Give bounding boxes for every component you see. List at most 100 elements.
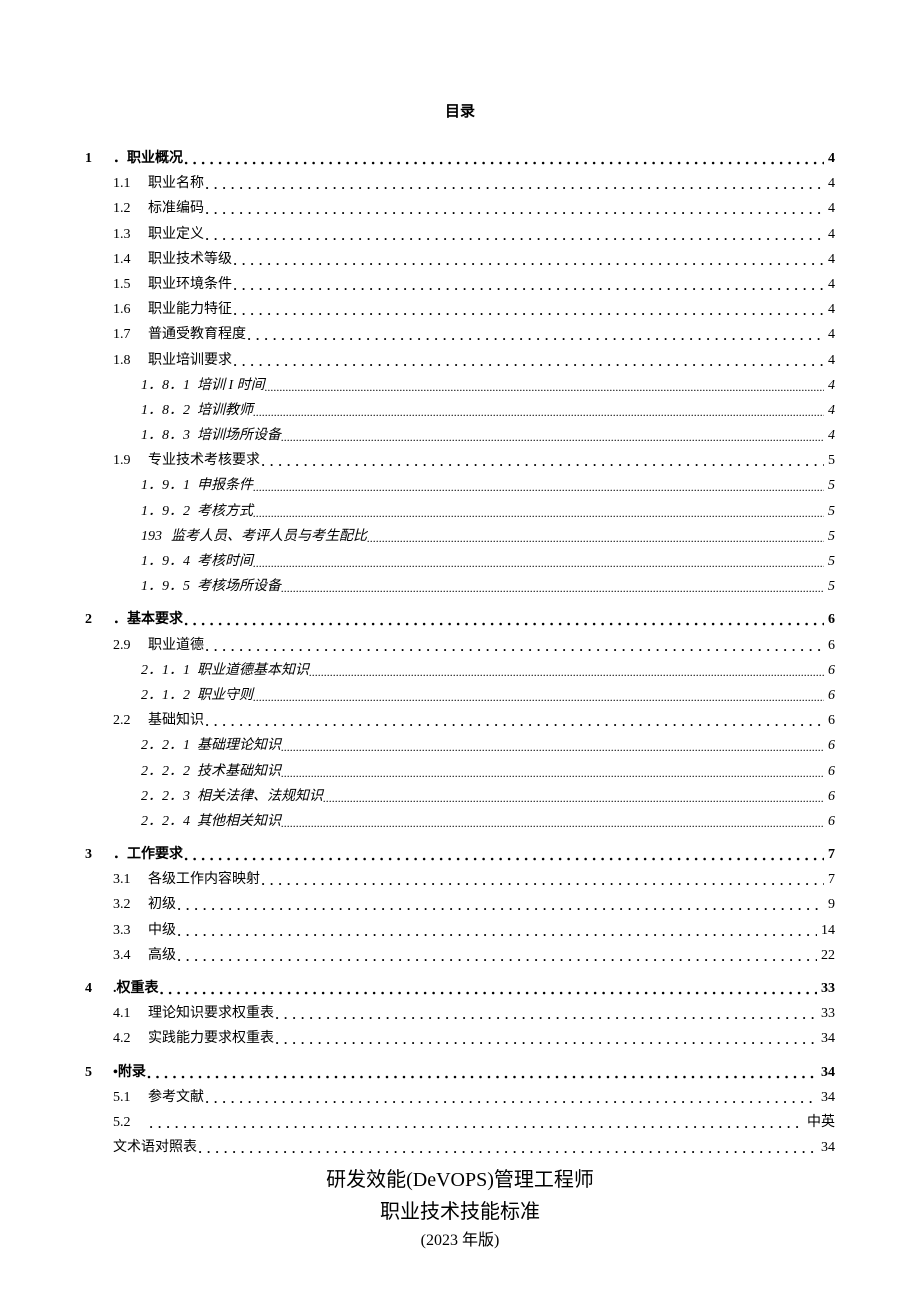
toc-num: 2	[85, 607, 113, 632]
toc-label: .权重表	[113, 976, 159, 1001]
doc-version-year: (2023 年版)	[85, 1228, 835, 1254]
toc-entry: 1．8．3 培训场所设备 ...........................…	[85, 423, 835, 448]
toc-num: 1．9．5	[141, 574, 197, 599]
toc-entry: 1．9．2 考核方式 .............................…	[85, 499, 835, 524]
toc-entry: 3 ．工作要求 ．．．．．．．．．．．．．．．．．．．．．．．．．．．．．．．．…	[85, 842, 835, 867]
toc-label: 中级	[148, 918, 176, 943]
toc-page: 4	[824, 348, 835, 373]
toc-num: 1.2	[113, 196, 148, 221]
toc-leader: ．．．．．．．．．．．．．．．．．．．．．．．．．．．．．．．．．．．．．．．．…	[183, 148, 824, 171]
toc-leader: ........................................…	[281, 813, 824, 835]
toc-page: 4	[824, 373, 835, 398]
toc-entry: 1．8．2 培训教师 .............................…	[85, 398, 835, 423]
toc-label: •附录	[113, 1060, 146, 1085]
toc-leader: ．．．．．．．．．．．．．．．．．．．．．．．．．．．．．．．．．．．．．．．．…	[183, 844, 824, 867]
toc-leader: ．．．．．．．．．．．．．．．．．．．．．．．．．．．．．．．．．．．．．．．．…	[204, 198, 824, 221]
toc-entry: 1.6 职业能力特征 ．．．．．．．．．．．．．．．．．．．．．．．．．．．．．…	[85, 297, 835, 322]
toc-label: 职业守则	[197, 683, 253, 708]
toc-label: 理论知识要求权重表	[148, 1001, 274, 1026]
toc-label: 各级工作内容映射	[148, 867, 260, 892]
toc-num: 1.4	[113, 247, 148, 272]
toc-page: 4	[824, 272, 835, 297]
toc-leader: ．．．．．．．．．．．．．．．．．．．．．．．．．．．．．．．．．．．．．．．．…	[260, 869, 824, 892]
toc-leader: ．．．．．．．．．．．．．．．．．．．．．．．．．．．．．．．．．．．．．．．．…	[204, 710, 824, 733]
toc-entry: 2.2 基础知识 ．．．．．．．．．．．．．．．．．．．．．．．．．．．．．．．…	[85, 708, 835, 733]
toc-entry: 193 监考人员、考评人员与考生配比 .....................…	[85, 524, 835, 549]
toc-leader: ．．．．．．．．．．．．．．．．．．．．．．．．．．．．．．．．．．．．．．．．…	[274, 1028, 817, 1051]
toc-leader: ．．．．．．．．．．．．．．．．．．．．．．．．．．．．．．．．．．．．．．．．…	[146, 1062, 817, 1085]
toc-leader: ........................................…	[367, 528, 824, 550]
toc-num: 3.2	[113, 892, 148, 917]
toc-entry: 1.5 职业环境条件 ．．．．．．．．．．．．．．．．．．．．．．．．．．．．．…	[85, 272, 835, 297]
toc-label: 普通受教育程度	[148, 322, 246, 347]
toc-label: 文术语对照表	[113, 1135, 197, 1160]
toc-page: 6	[824, 759, 835, 784]
toc-leader: ．．．．．．．．．．．．．．．．．．．．．．．．．．．．．．．．．．．．．．．．…	[176, 920, 817, 943]
toc-label: 考核时间	[197, 549, 253, 574]
toc-label: 职业环境条件	[148, 272, 232, 297]
toc-page: 7	[824, 867, 835, 892]
toc-page: 中英	[803, 1110, 835, 1135]
toc-leader: ．．．．．．．．．．．．．．．．．．．．．．．．．．．．．．．．．．．．．．．．…	[176, 945, 817, 968]
toc-label: 其他相关知识	[197, 809, 281, 834]
toc-entry: 4 .权重表 ．．．．．．．．．．．．．．．．．．．．．．．．．．．．．．．．．…	[85, 976, 835, 1001]
toc-leader: ........................................…	[281, 427, 824, 449]
toc-leader: ．．．．．．．．．．．．．．．．．．．．．．．．．．．．．．．．．．．．．．．．…	[197, 1137, 817, 1160]
toc-page: 7	[824, 842, 835, 867]
toc-entry: 1.4 职业技术等级 ．．．．．．．．．．．．．．．．．．．．．．．．．．．．．…	[85, 247, 835, 272]
toc-page: 4	[824, 322, 835, 347]
toc-entry: 1 ．职业概况 ．．．．．．．．．．．．．．．．．．．．．．．．．．．．．．．．…	[85, 146, 835, 171]
toc-page: 6	[824, 809, 835, 834]
toc-label: 职业定义	[148, 222, 204, 247]
toc-label: 监考人员、考评人员与考生配比	[171, 524, 367, 549]
toc-leader: ........................................…	[253, 503, 824, 525]
toc-entry: 1.1 职业名称 ．．．．．．．．．．．．．．．．．．．．．．．．．．．．．．．…	[85, 171, 835, 196]
toc-num: 193	[141, 524, 171, 549]
toc-page: 6	[824, 683, 835, 708]
toc-label: 职业名称	[148, 171, 204, 196]
toc-entry: 1．9．4 考核时间 .............................…	[85, 549, 835, 574]
toc-num: 4	[85, 976, 113, 1001]
toc-label: 实践能力要求权重表	[148, 1026, 274, 1051]
toc-leader: ．．．．．．．．．．．．．．．．．．．．．．．．．．．．．．．．．．．．．．．．…	[232, 249, 824, 272]
doc-subtitle: 职业技术技能标准	[85, 1196, 835, 1228]
toc-label: 申报条件	[197, 473, 253, 498]
toc-num: 4.2	[113, 1026, 148, 1051]
toc-label: 考核方式	[197, 499, 253, 524]
toc-num: 2．2．1	[141, 733, 197, 758]
toc-page: 33	[817, 1001, 835, 1026]
toc-page: 34	[817, 1060, 835, 1085]
toc-num: 2．2．3	[141, 784, 197, 809]
toc-num: 5.1	[113, 1085, 148, 1110]
toc-label: 基础知识	[148, 708, 204, 733]
toc-num: 2．1．2	[141, 683, 197, 708]
toc-leader: ........................................…	[265, 377, 824, 399]
toc-leader: ．．．．．．．．．．．．．．．．．．．．．．．．．．．．．．．．．．．．．．．．…	[232, 274, 824, 297]
toc-leader: ........................................…	[281, 737, 824, 759]
toc-page: 6	[824, 733, 835, 758]
toc-page: 4	[824, 222, 835, 247]
toc-page: 34	[817, 1085, 835, 1110]
toc-num: 1．8．2	[141, 398, 197, 423]
toc-num: 1．9．4	[141, 549, 197, 574]
toc-num: 1．8．3	[141, 423, 197, 448]
toc-page: 5	[824, 473, 835, 498]
toc-entry: 1．9．1 申报条件 .............................…	[85, 473, 835, 498]
toc-page: 4	[824, 297, 835, 322]
toc-num: 2.9	[113, 633, 148, 658]
toc-entry: 2．1．1 职业道德基本知识 .........................…	[85, 658, 835, 683]
toc-label: 相关法律、法规知识	[197, 784, 323, 809]
toc-page: 14	[817, 918, 835, 943]
toc-leader: ........................................…	[253, 402, 824, 424]
toc-num: 1.9	[113, 448, 148, 473]
toc-entry: 1.8 职业培训要求 ．．．．．．．．．．．．．．．．．．．．．．．．．．．．．…	[85, 348, 835, 373]
toc-page: 4	[824, 171, 835, 196]
toc-label: 技术基础知识	[197, 759, 281, 784]
toc-page: 5	[824, 549, 835, 574]
toc-entry: 2．2．4 其他相关知识 ...........................…	[85, 809, 835, 834]
toc-leader: ........................................…	[281, 763, 824, 785]
toc-entry: 1.2 标准编码 ．．．．．．．．．．．．．．．．．．．．．．．．．．．．．．．…	[85, 196, 835, 221]
toc-entry: 1.3 职业定义 ．．．．．．．．．．．．．．．．．．．．．．．．．．．．．．．…	[85, 222, 835, 247]
toc-label: 参考文献	[148, 1085, 204, 1110]
toc-num: 2．2．4	[141, 809, 197, 834]
